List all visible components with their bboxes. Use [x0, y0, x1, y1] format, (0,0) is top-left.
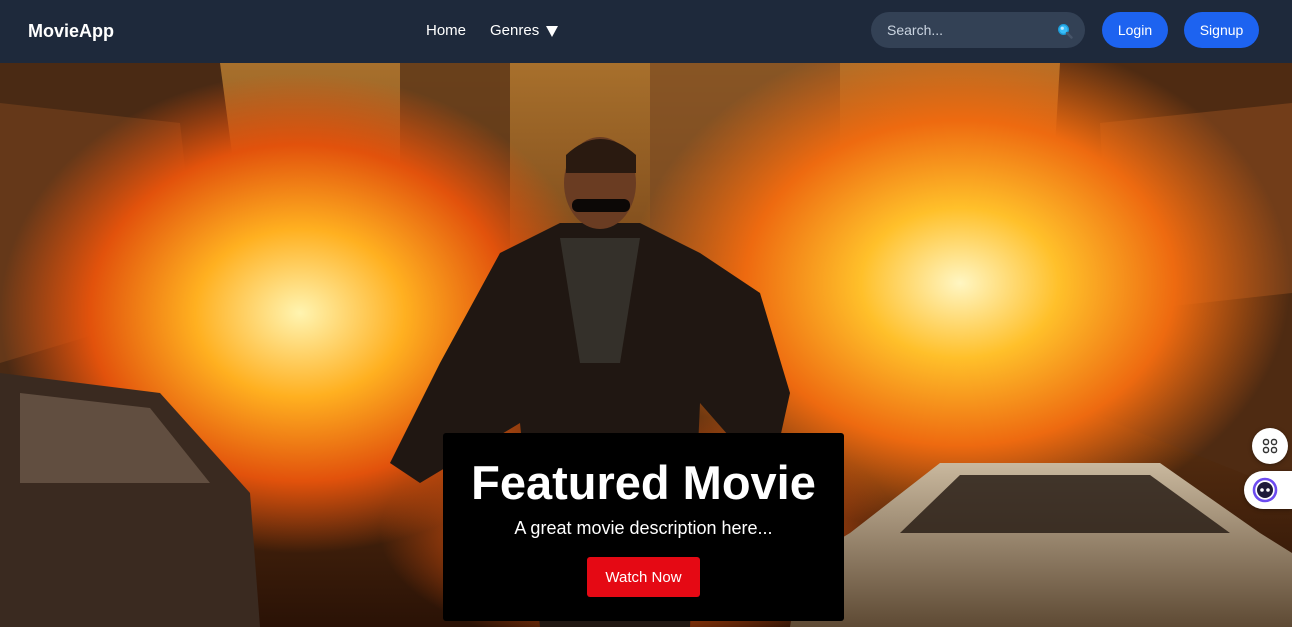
nav-link-genres-dropdown[interactable]: Genres: [490, 21, 559, 41]
assistant-bot-icon: [1252, 477, 1278, 503]
watch-now-button[interactable]: Watch Now: [587, 557, 700, 597]
main-nav: Home Genres: [426, 21, 559, 41]
nav-link-label: Home: [426, 22, 467, 39]
search-icon[interactable]: [1057, 23, 1073, 39]
top-navbar: MovieApp Home Genres Login Signup: [0, 0, 1292, 63]
search-box: [871, 12, 1085, 48]
apps-grid-icon: [1262, 438, 1278, 454]
featured-movie-title: Featured Movie: [471, 456, 816, 509]
nav-link-label: Genres: [490, 22, 540, 39]
nav-link-home[interactable]: Home: [426, 21, 466, 41]
signup-button[interactable]: Signup: [1184, 12, 1259, 48]
featured-movie-description: A great movie description here...: [514, 518, 773, 538]
login-button[interactable]: Login: [1102, 12, 1168, 48]
apps-widget-button[interactable]: [1252, 428, 1288, 464]
caret-down-icon: [546, 25, 559, 37]
assistant-widget-button[interactable]: [1244, 471, 1292, 509]
search-input[interactable]: [871, 12, 1051, 48]
featured-movie-card: Featured Movie A great movie description…: [443, 433, 844, 621]
hero-banner: Featured Movie A great movie description…: [0, 63, 1292, 627]
brand-logo[interactable]: MovieApp: [28, 20, 114, 42]
